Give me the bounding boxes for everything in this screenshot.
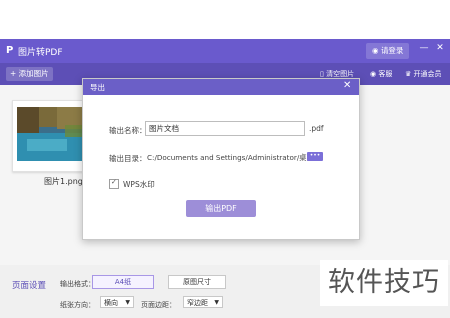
page-settings-title: 页面设置: [12, 281, 47, 291]
login-label: 请登录: [380, 46, 404, 55]
clear-images-label: 清空图片: [326, 70, 355, 78]
dialog-close-icon[interactable]: ✕: [343, 80, 351, 91]
plus-icon: +: [10, 69, 19, 78]
output-format-label: 输出格式：: [60, 280, 95, 288]
vip-button[interactable]: ♛ 开通会员: [405, 67, 442, 81]
chevron-down-icon: ▼: [214, 299, 219, 306]
app-logo-icon: P: [6, 45, 14, 56]
customer-service-button[interactable]: ◉ 客服: [370, 67, 392, 81]
orientation-select[interactable]: 横向 ▼: [100, 296, 134, 308]
thumbnail-filename: 图片1.png: [44, 177, 83, 186]
output-name-label: 输出名称：: [109, 126, 147, 135]
orientation-label: 纸张方向：: [60, 301, 95, 309]
output-name-input[interactable]: [145, 121, 305, 136]
dialog-title: 导出: [90, 83, 105, 92]
check-icon: ✓: [111, 178, 117, 186]
orientation-value: 横向: [104, 299, 118, 307]
format-a4-option[interactable]: A4纸: [92, 275, 154, 289]
title-bar: P 图片转PDF ◉ 请登录 — ✕: [0, 39, 450, 63]
add-image-button[interactable]: + 添加图片: [6, 67, 53, 81]
chevron-down-icon: ▼: [125, 299, 130, 306]
window-controls: — ✕: [418, 43, 448, 59]
margin-label: 页面边距：: [141, 301, 176, 309]
minimize-button[interactable]: —: [418, 43, 430, 53]
output-dir-path: C:/Documents and Settings/Administrator/…: [147, 153, 314, 162]
original-size-option[interactable]: 原图尺寸: [168, 275, 226, 289]
export-pdf-button[interactable]: 输出PDF: [186, 200, 256, 217]
output-dir-label: 输出目录：: [109, 154, 147, 163]
user-icon: ◉: [372, 46, 381, 55]
customer-service-label: 客服: [378, 70, 393, 78]
vip-label: 开通会员: [413, 70, 442, 78]
close-button[interactable]: ✕: [434, 43, 446, 53]
browse-button[interactable]: •••: [307, 152, 323, 161]
export-dialog: 导出 ✕ 输出名称： .pdf 输出目录： C:/Documents and S…: [82, 78, 360, 240]
crown-icon: ♛: [405, 70, 414, 78]
landscape-photo: [17, 107, 83, 161]
margin-select[interactable]: 窄边距 ▼: [183, 296, 223, 308]
image-thumbnail[interactable]: [12, 100, 90, 172]
add-image-label: 添加图片: [18, 69, 49, 78]
watermark-text: 软件技巧: [320, 260, 448, 306]
dialog-header: 导出 ✕: [83, 79, 359, 95]
watermark-checkbox[interactable]: ✓: [109, 178, 119, 189]
pdf-extension: .pdf: [309, 124, 324, 133]
watermark-label: WPS水印: [123, 180, 155, 189]
app-title: 图片转PDF: [18, 48, 63, 58]
login-button[interactable]: ◉ 请登录: [366, 43, 410, 59]
margin-value: 窄边距: [187, 299, 208, 307]
